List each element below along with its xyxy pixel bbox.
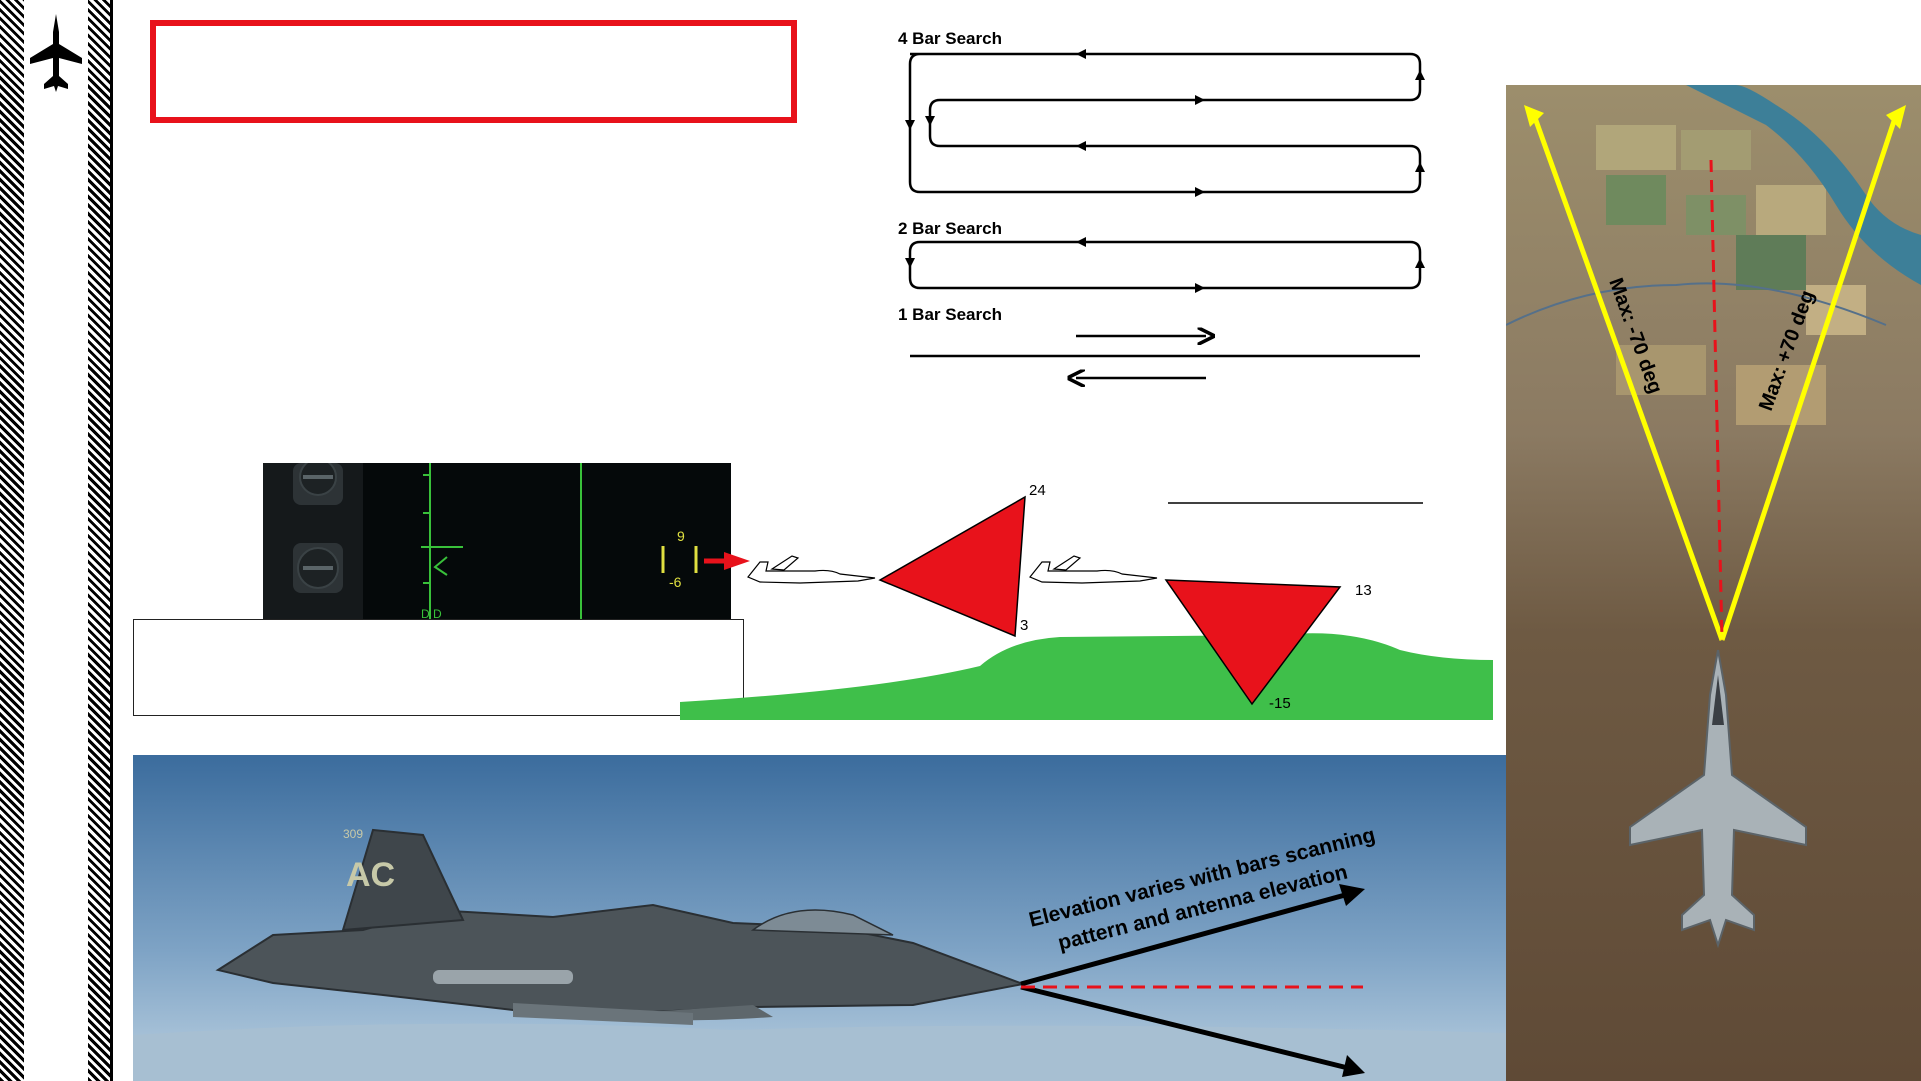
title-highlight-box	[150, 20, 797, 123]
elevation-coverage-diagram: 24 3 13 -15	[680, 482, 1493, 720]
jet-logo-icon	[30, 14, 82, 92]
azimuth-photo-graphics: Max: -70 deg Max: +70 deg	[1506, 85, 1921, 1081]
radar-display-graphics: D D 9 -6	[263, 463, 698, 619]
svg-text:D D: D D	[421, 607, 442, 619]
side-view-photo-graphics: AC 309 Elevation varies with bars scanni…	[133, 755, 1506, 1081]
left-rail-hatch-inner	[88, 0, 112, 1081]
elevation-down-low: -15	[1269, 695, 1291, 712]
elevation-up-high: 24	[1029, 482, 1046, 499]
tail-number: 309	[343, 827, 363, 841]
left-rail-hatch-outer	[0, 0, 24, 1081]
bar4-label: 4 Bar Search	[898, 29, 1002, 48]
bar1-label: 1 Bar Search	[898, 305, 1002, 324]
caption-box	[133, 619, 744, 716]
left-rail-border	[110, 0, 113, 1081]
bar-scan-pattern-diagram: 4 Bar Search 2 Bar Search 1 Bar Search	[898, 29, 1425, 400]
bar2-label: 2 Bar Search	[898, 219, 1002, 238]
radar-display-screen: D D 9 -6	[263, 463, 731, 619]
tail-code: AC	[346, 856, 395, 894]
azimuth-aerial-photo: Max: -70 deg Max: +70 deg	[1506, 85, 1921, 1081]
elevation-up-low: 3	[1020, 617, 1028, 634]
side-view-photo: AC 309 Elevation varies with bars scanni…	[133, 755, 1506, 1081]
elevation-down-high: 13	[1355, 582, 1372, 599]
